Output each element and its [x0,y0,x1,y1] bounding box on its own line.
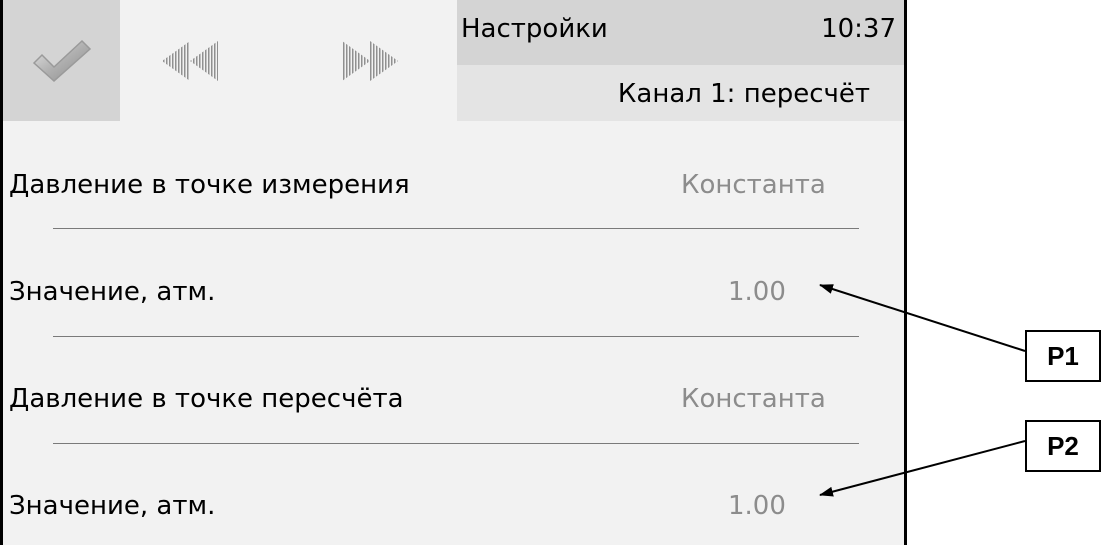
settings-row-recalc-pressure[interactable]: Давление в точке пересчёта Константа [3,374,904,434]
navigation-area [120,0,457,121]
next-button[interactable] [300,0,440,121]
callout-p2: P2 [1025,420,1101,472]
subtitle-bar: Канал 1: пересчёт [457,65,904,121]
settings-row-measure-pressure[interactable]: Давление в точке измерения Константа [3,160,904,220]
row-value[interactable]: Константа [681,170,826,200]
row-label: Значение, атм. [9,491,216,521]
clock: 10:37 [821,14,896,44]
confirm-button[interactable] [3,0,120,121]
callout-p1: P1 [1025,330,1101,382]
settings-row-recalc-value[interactable]: Значение, атм. 1.00 [3,481,904,541]
title-bar: Настройки 10:37 [457,0,904,65]
divider [53,228,859,229]
divider [53,443,859,444]
previous-button[interactable] [120,0,260,121]
row-label: Давление в точке измерения [9,170,410,200]
check-icon [32,39,91,82]
row-label: Давление в точке пересчёта [9,384,404,414]
header: Настройки 10:37 Канал 1: пересчёт [3,0,904,121]
page-title: Настройки [461,14,608,44]
row-label: Значение, атм. [9,277,216,307]
settings-row-measure-value[interactable]: Значение, атм. 1.00 [3,267,904,327]
device-screen: Настройки 10:37 Канал 1: пересчёт Давлен… [0,0,907,545]
row-value[interactable]: 1.00 [728,491,786,521]
divider [53,336,859,337]
row-value[interactable]: 1.00 [728,277,786,307]
page-subtitle: Канал 1: пересчёт [617,79,870,109]
double-right-arrow-icon [342,40,398,81]
double-left-arrow-icon [162,40,218,81]
row-value[interactable]: Константа [681,384,826,414]
